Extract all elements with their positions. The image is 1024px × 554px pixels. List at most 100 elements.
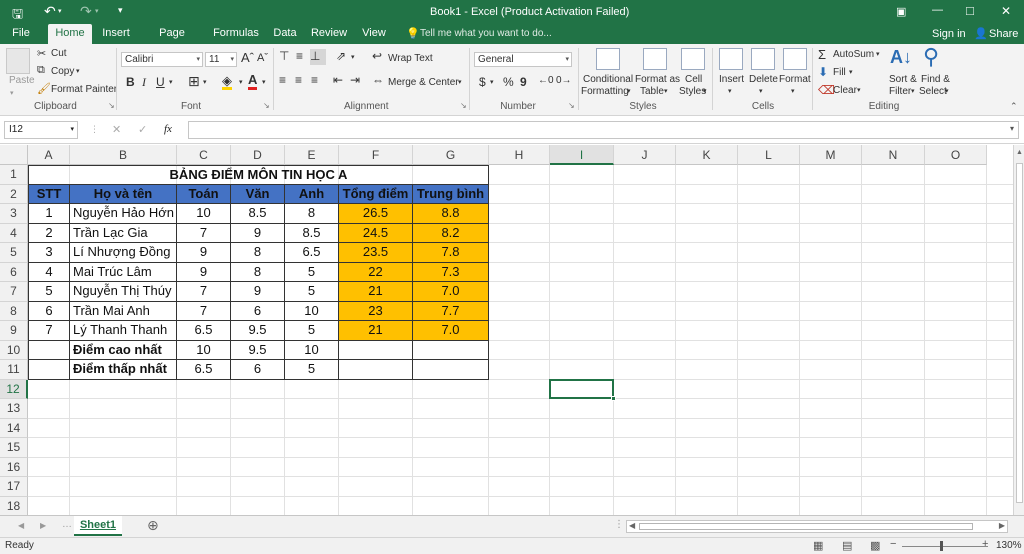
delete-dropdown-icon[interactable]: ▾ [759,87,763,95]
cell-G8[interactable]: 7.7 [413,301,489,321]
cell-G11[interactable] [413,360,489,380]
format-painter-button[interactable]: Format Painter [51,84,117,95]
minimize-button[interactable]: — [932,4,943,16]
italic-button[interactable]: I [142,75,146,90]
normal-view-icon[interactable]: ▦ [813,539,823,552]
cell-D5[interactable]: 8 [231,243,285,263]
cell-E3[interactable]: 8 [285,204,339,224]
sort-dropdown-icon[interactable]: ▾ [911,87,915,95]
cell-A7[interactable]: 5 [28,282,70,302]
copy-button[interactable]: Copy [51,66,74,77]
underline-dropdown-icon[interactable]: ▾ [169,78,173,86]
column-header-C[interactable]: C [177,145,231,165]
cell-C11[interactable]: 6.5 [177,360,231,380]
row-header-17[interactable]: 17 [0,477,28,497]
cell-B5[interactable]: Lí Nhượng Đồng [70,243,177,263]
cut-icon[interactable]: ✂ [37,47,46,60]
format-dropdown-icon[interactable]: ▾ [791,87,795,95]
scroll-left-icon[interactable]: ◀ [629,521,635,530]
row-header-11[interactable]: 11 [0,360,28,380]
splitter-handle-icon[interactable]: ⋮ [614,519,624,530]
cell-D11[interactable]: 6 [231,360,285,380]
cell-B10[interactable]: Điểm cao nhất [70,340,177,360]
tab-page-layout[interactable]: Page Layout [142,24,202,58]
previous-sheet-icon[interactable]: ◀ [18,521,24,530]
currency-button[interactable]: $ [479,75,486,89]
cell-D9[interactable]: 9.5 [231,321,285,341]
cell-G9[interactable]: 7.0 [413,321,489,341]
tab-formulas[interactable]: Formulas [210,24,262,44]
bottom-align-icon[interactable]: ⊥ [310,49,326,65]
more-sheets-icon[interactable]: … [62,519,72,530]
cell-G3[interactable]: 8.8 [413,204,489,224]
cell-C8[interactable]: 7 [177,301,231,321]
clear-button[interactable]: Clear [833,85,857,96]
enter-formula-icon[interactable]: ✓ [138,123,147,136]
zoom-out-icon[interactable]: − [890,538,896,550]
font-size-combo[interactable]: 11 ▾ [205,52,237,67]
font-name-combo[interactable]: Calibri ▾ [121,52,203,67]
fill-icon[interactable]: ⬇ [818,65,828,79]
cell-B4[interactable]: Trần Lạc Gia [70,223,177,243]
bold-button[interactable]: B [126,75,135,89]
cell-C5[interactable]: 9 [177,243,231,263]
insert-function-button[interactable]: fx [164,123,172,135]
format-table-dropdown-icon[interactable]: ▾ [664,87,668,95]
conditional-dropdown-icon[interactable]: ▾ [627,87,631,95]
column-header-O[interactable]: O [925,145,987,165]
column-header-J[interactable]: J [614,145,676,165]
header-cell-F[interactable]: Tổng điểm [339,184,413,204]
select-all-button[interactable] [0,145,28,165]
cell-C7[interactable]: 7 [177,282,231,302]
cell-E8[interactable]: 10 [285,301,339,321]
column-header-H[interactable]: H [489,145,550,165]
row-header-6[interactable]: 6 [0,262,28,282]
wrap-text-icon[interactable]: ↩ [372,49,382,63]
header-cell-B[interactable]: Họ và tên [70,184,177,204]
row-header-15[interactable]: 15 [0,438,28,458]
cell-C4[interactable]: 7 [177,223,231,243]
cell-A5[interactable]: 3 [28,243,70,263]
cell-A8[interactable]: 6 [28,301,70,321]
cell-E9[interactable]: 5 [285,321,339,341]
cell-F8[interactable]: 23 [339,301,413,321]
wrap-text-button[interactable]: Wrap Text [388,53,433,64]
comma-button[interactable]: 9 [520,75,527,89]
row-header-9[interactable]: 9 [0,321,28,341]
cell-F4[interactable]: 24.5 [339,223,413,243]
paste-button[interactable]: Paste [9,75,35,86]
row-header-7[interactable]: 7 [0,282,28,302]
cell-A4[interactable]: 2 [28,223,70,243]
row-header-16[interactable]: 16 [0,457,28,477]
redo-dropdown-icon[interactable]: ▾ [95,7,99,15]
merge-center-icon[interactable]: ⇔ [372,73,384,87]
font-launcher-icon[interactable]: ↘ [263,101,270,110]
decrease-decimal-icon[interactable]: 0→ [556,75,572,86]
scroll-right-icon[interactable]: ▶ [999,521,1005,530]
cell-D7[interactable]: 9 [231,282,285,302]
font-color-icon[interactable]: A [248,73,258,90]
page-break-preview-icon[interactable]: ▩ [870,539,880,552]
column-header-B[interactable]: B [70,145,177,165]
cell-D3[interactable]: 8.5 [231,204,285,224]
conditional-formatting-label-1[interactable]: Conditional [583,74,633,85]
tell-me-box[interactable]: Tell me what you want to do... [420,28,552,39]
cell-A3[interactable]: 1 [28,204,70,224]
orientation-dropdown-icon[interactable]: ▾ [351,53,355,61]
format-as-table-icon[interactable] [643,48,667,70]
top-align-icon[interactable]: ⊤ [279,49,289,63]
cell-F10[interactable] [339,340,413,360]
sheet-tab-sheet1[interactable]: Sheet1 [74,516,122,536]
new-sheet-icon[interactable]: ⊕ [147,517,159,534]
horizontal-scroll-thumb[interactable] [639,523,973,530]
cell-E4[interactable]: 8.5 [285,223,339,243]
row-header-8[interactable]: 8 [0,301,28,321]
cell-C9[interactable]: 6.5 [177,321,231,341]
insert-cells-button[interactable]: Insert [719,74,744,85]
delete-cells-button[interactable]: Delete [749,74,778,85]
sort-filter-label-1[interactable]: Sort & [889,74,917,85]
find-select-label-1[interactable]: Find & [921,74,950,85]
sign-in-link[interactable]: Sign in [932,28,966,40]
orientation-icon[interactable]: ⇗ [336,49,346,63]
autosum-dropdown-icon[interactable]: ▾ [876,50,880,58]
